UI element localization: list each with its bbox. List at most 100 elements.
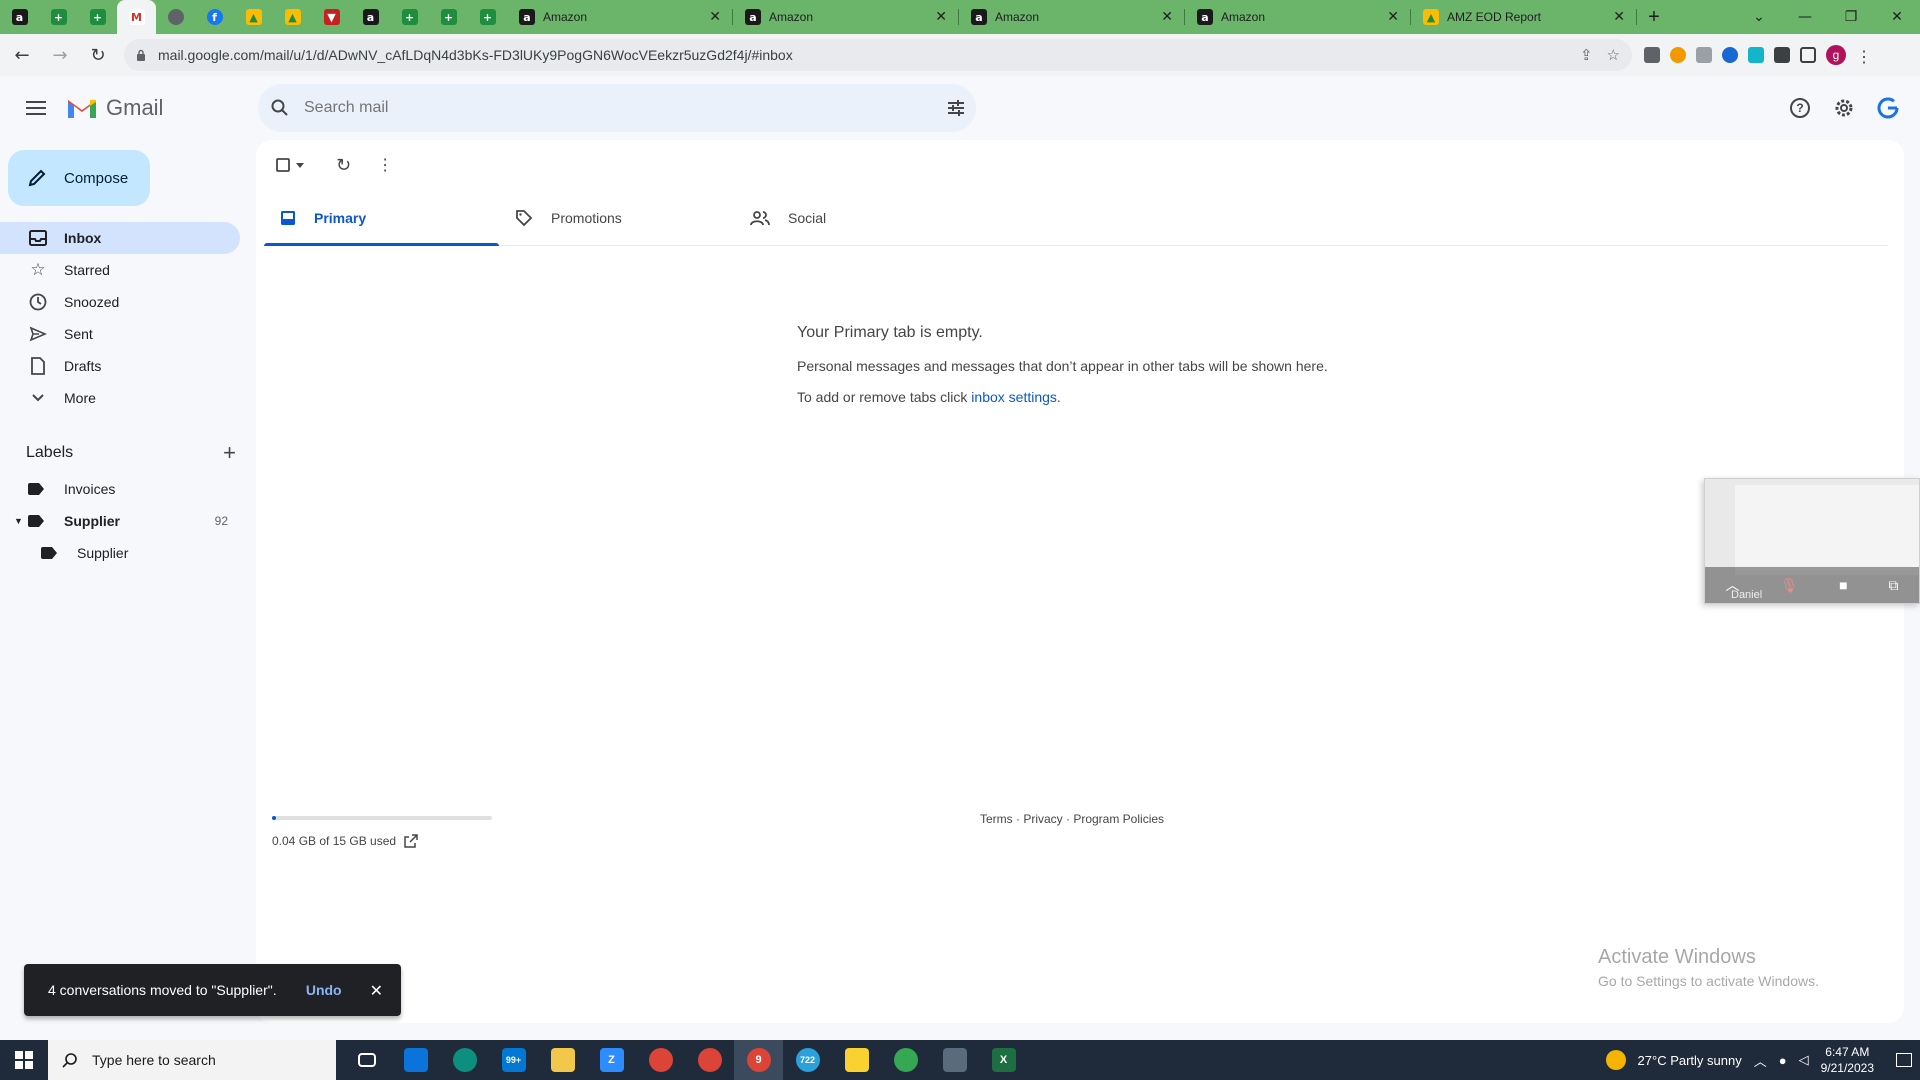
menu-dots-icon[interactable]: ⋮ — [1856, 47, 1872, 66]
browser-tab[interactable]: a Amazon ✕ — [959, 0, 1185, 34]
label-supplier-sub[interactable]: Supplier — [0, 537, 240, 569]
pinned-tab[interactable]: + — [429, 0, 468, 34]
taskbar-store[interactable] — [391, 1040, 440, 1080]
speaker-icon[interactable]: ◁ — [1799, 1052, 1809, 1068]
taskbar-chrome-4[interactable] — [881, 1040, 930, 1080]
video-call-overlay[interactable]: ︿ 🎙 ■ ⧉ Daniel — [1704, 478, 1920, 604]
taskbar-chrome-2[interactable] — [685, 1040, 734, 1080]
main-menu-button[interactable] — [12, 84, 60, 132]
taskbar-sticky-notes[interactable] — [832, 1040, 881, 1080]
pinned-tab[interactable]: + — [78, 0, 117, 34]
taskbar-calculator[interactable] — [930, 1040, 979, 1080]
caret-down-icon[interactable]: ▼ — [14, 516, 23, 526]
camera-icon[interactable]: ■ — [1839, 577, 1847, 593]
gmail-logo[interactable]: Gmail — [66, 95, 163, 121]
new-tab-button[interactable]: + — [1637, 0, 1671, 34]
sidebar-item-snoozed[interactable]: Snoozed — [0, 286, 240, 318]
taskbar-search[interactable]: Type here to search — [48, 1040, 336, 1080]
compose-button[interactable]: Compose — [8, 150, 150, 206]
pinned-tab[interactable]: M — [117, 0, 156, 34]
extension-color-icon[interactable] — [1670, 47, 1686, 63]
forward-button[interactable]: → — [44, 39, 76, 71]
pinned-tab[interactable]: ▼ — [312, 0, 351, 34]
sidebar-item-inbox[interactable]: Inbox — [0, 222, 240, 254]
task-view-button[interactable] — [342, 1040, 391, 1080]
side-panel-icon[interactable] — [1800, 47, 1816, 63]
label-invoices[interactable]: Invoices — [0, 473, 240, 505]
pinned-tab[interactable]: a — [351, 0, 390, 34]
pinned-tab[interactable]: + — [390, 0, 429, 34]
clock[interactable]: 6:47 AM 9/21/2023 — [1821, 1044, 1874, 1076]
extension-icon[interactable] — [1696, 47, 1712, 63]
pinned-tab[interactable]: ▲ — [234, 0, 273, 34]
extension-blue-icon[interactable] — [1722, 47, 1738, 63]
microphone-icon[interactable]: ● — [1779, 1053, 1787, 1068]
close-tab-icon[interactable]: ✕ — [1387, 9, 1399, 25]
browser-tab[interactable]: ▲ AMZ EOD Report ✕ — [1411, 0, 1637, 34]
sidebar-item-starred[interactable]: ☆ Starred — [0, 254, 240, 286]
back-button[interactable]: ← — [6, 39, 38, 71]
browser-tab[interactable]: a Amazon ✕ — [1185, 0, 1411, 34]
tab-search-icon[interactable]: ⌄ — [1736, 0, 1782, 34]
sidebar-item-more[interactable]: More — [0, 382, 240, 414]
start-button[interactable] — [0, 1040, 48, 1080]
taskbar-edge[interactable] — [440, 1040, 489, 1080]
mic-off-icon[interactable]: 🎙 — [1780, 577, 1798, 594]
taskbar-excel[interactable]: X — [979, 1040, 1028, 1080]
pinned-tab[interactable] — [156, 0, 195, 34]
extension-teal-icon[interactable] — [1748, 47, 1764, 63]
taskbar-zoom[interactable]: Z — [587, 1040, 636, 1080]
maximize-button[interactable]: ❐ — [1828, 0, 1874, 34]
tab-social[interactable]: Social — [734, 190, 969, 245]
undo-button[interactable]: Undo — [306, 982, 342, 998]
tab-promotions[interactable]: Promotions — [499, 190, 734, 245]
bookmark-star-icon[interactable]: ☆ — [1607, 46, 1620, 64]
pinned-tab[interactable]: + — [468, 0, 507, 34]
sidebar-item-drafts[interactable]: Drafts — [0, 350, 240, 382]
taskbar-explorer[interactable] — [538, 1040, 587, 1080]
close-tab-icon[interactable]: ✕ — [1161, 9, 1173, 25]
footer-links[interactable]: Terms · Privacy · Program Policies — [980, 812, 1164, 826]
pinned-tab[interactable]: f — [195, 0, 234, 34]
settings-button[interactable] — [1824, 84, 1864, 132]
sidebar-item-sent[interactable]: Sent — [0, 318, 240, 350]
browser-tab[interactable]: a Amazon ✕ — [507, 0, 733, 34]
extension-off-icon[interactable] — [1644, 47, 1660, 63]
select-checkbox[interactable] — [276, 158, 304, 172]
weather-text[interactable]: 27°C Partly sunny — [1638, 1053, 1742, 1068]
close-tab-icon[interactable]: ✕ — [709, 9, 721, 25]
taskbar-chrome-3[interactable]: 9 — [734, 1040, 783, 1080]
refresh-button[interactable]: ↻ — [336, 155, 351, 176]
pinned-tab[interactable]: + — [39, 0, 78, 34]
pinned-tab[interactable]: ▲ — [273, 0, 312, 34]
puzzle-icon[interactable] — [1774, 47, 1790, 63]
share-icon[interactable]: ⇪ — [1580, 46, 1593, 64]
search-input[interactable] — [304, 99, 946, 117]
close-window-button[interactable]: ✕ — [1874, 0, 1920, 34]
inbox-settings-link[interactable]: inbox settings — [971, 389, 1057, 405]
minimize-button[interactable]: — — [1782, 0, 1828, 34]
tab-primary[interactable]: Primary — [264, 190, 499, 246]
notifications-icon[interactable] — [1896, 1053, 1912, 1067]
external-link-icon[interactable] — [404, 834, 418, 848]
address-bar[interactable]: mail.google.com/mail/u/1/d/ADwNV_cAfLDqN… — [124, 39, 1632, 71]
taskbar-mail[interactable]: 99+ — [489, 1040, 538, 1080]
add-label-button[interactable]: + — [223, 440, 236, 466]
label-supplier[interactable]: ▼ Supplier 92 — [0, 505, 240, 537]
search-options-icon[interactable] — [946, 99, 966, 117]
search-icon[interactable] — [270, 98, 290, 118]
weather-icon[interactable] — [1605, 1050, 1626, 1070]
taskbar-chrome-1[interactable] — [636, 1040, 685, 1080]
support-button[interactable]: ? — [1780, 84, 1820, 132]
more-options-icon[interactable]: ⋮ — [377, 155, 393, 175]
close-icon[interactable]: ✕ — [370, 981, 383, 1000]
popout-icon[interactable]: ⧉ — [1889, 577, 1899, 594]
taskbar-telegram[interactable]: 722 — [783, 1040, 832, 1080]
pinned-tab[interactable]: a — [0, 0, 39, 34]
chevron-up-icon[interactable]: ︿ — [1754, 1051, 1767, 1070]
account-button[interactable] — [1868, 84, 1908, 132]
browser-tab[interactable]: a Amazon ✕ — [733, 0, 959, 34]
profile-avatar[interactable]: g — [1826, 45, 1846, 65]
close-tab-icon[interactable]: ✕ — [935, 9, 947, 25]
close-tab-icon[interactable]: ✕ — [1613, 9, 1625, 25]
